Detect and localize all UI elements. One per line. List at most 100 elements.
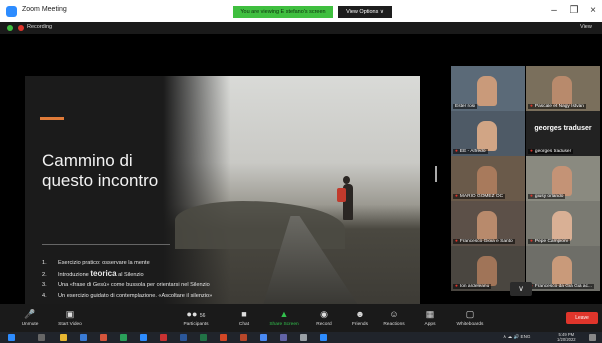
bullet-number: 3.: [42, 282, 47, 288]
participant-video-tile[interactable]: ● MARIO GOMEZ OC: [451, 156, 525, 201]
slide-bullet: 3. Una «frase di Gesù» come bussola per o…: [42, 280, 282, 291]
participant-figure: [552, 256, 572, 286]
participant-name: Francesco da Già Già ac...: [534, 284, 592, 289]
meeting-status-bar: Recording View: [0, 22, 602, 34]
excel-icon[interactable]: [200, 334, 207, 341]
slide-divider: [42, 244, 170, 245]
app-icon[interactable]: [80, 334, 87, 341]
muted-mic-icon: ●: [455, 194, 458, 199]
powerpoint-icon[interactable]: [220, 334, 227, 341]
participant-name: Ester rosi: [455, 104, 476, 109]
participant-video-tile[interactable]: Ester rosi: [451, 66, 525, 111]
participant-figure: [477, 256, 497, 286]
app-icon[interactable]: [240, 334, 247, 341]
participant-name-label: ●Francesco da Già Già ac...: [528, 284, 594, 289]
participant-name-label: Ester rosi: [453, 104, 478, 109]
windows-start-icon[interactable]: [8, 334, 15, 341]
participant-figure: [477, 76, 497, 106]
participant-figure: [477, 166, 497, 196]
participant-video-tile[interactable]: ● Pascale et Nagy István: [526, 66, 600, 111]
word-icon[interactable]: [180, 334, 187, 341]
muted-mic-icon: ●: [455, 239, 458, 244]
participant-name: giusy orlando: [534, 194, 564, 199]
slide-title: Cammino di questo incontro: [42, 151, 159, 190]
participants-button[interactable]: ●● 56 Participants: [172, 308, 220, 327]
zoom-taskbar-icon[interactable]: [140, 334, 147, 341]
slide-bullet-list: 1. Esercizio pratico: osservare la mente 2…: [42, 258, 282, 302]
start-video-button[interactable]: ▣ Start Video: [46, 308, 94, 327]
screen-share-banner: You are viewing E stefano's screen: [233, 6, 333, 18]
participant-name-label: ● Ion ardeleanu: [453, 284, 492, 289]
close-button[interactable]: ×: [584, 3, 602, 19]
participant-video-tile[interactable]: ● EE - Alfredo: [451, 111, 525, 156]
muted-mic-icon: ●: [455, 149, 458, 154]
zoom-logo-icon: [6, 6, 17, 17]
minimize-button[interactable]: –: [545, 3, 563, 19]
recording-label: Recording: [27, 24, 53, 30]
participant-name-label: ● Francesco Gioia e Santo: [453, 239, 515, 244]
muted-mic-icon: ●: [455, 284, 458, 289]
window-title: Zoom Meeting: [22, 6, 67, 13]
participant-video-tile[interactable]: ● giusy orlando: [526, 156, 600, 201]
participant-name: Pascale et Nagy István: [534, 104, 584, 109]
muted-mic-icon: ●: [530, 194, 533, 199]
teams-icon[interactable]: [280, 334, 287, 341]
bullet-text: Esercizio pratico: osservare la mente: [58, 260, 150, 266]
participant-video-tile[interactable]: ● Francesco Gioia e Santo: [451, 201, 525, 246]
participant-figure: [552, 76, 572, 106]
muted-mic-icon: ●: [530, 104, 533, 109]
participant-video-tile[interactable]: georges traduser ● georges traduser: [526, 111, 600, 156]
leave-button[interactable]: Leave: [566, 312, 598, 324]
muted-mic-icon: ●: [530, 239, 533, 244]
search-icon[interactable]: [38, 334, 45, 341]
shield-icon[interactable]: [7, 25, 13, 31]
slide-bullet: 2. Introduzione teorica al Silenzio: [42, 269, 282, 280]
gallery-next-chevron-icon[interactable]: ∨: [510, 282, 532, 296]
app-icon[interactable]: [120, 334, 127, 341]
whiteboard-icon: ▢: [465, 309, 475, 319]
panel-resize-handle[interactable]: [435, 166, 437, 182]
app-icon[interactable]: [320, 334, 327, 341]
participant-name-label: ● Pepe Campioni: [528, 239, 570, 244]
view-options-button[interactable]: View Options ∨: [338, 6, 392, 18]
participant-video-tile[interactable]: ●Francesco da Già Già ac...: [526, 246, 600, 291]
participant-name: Francesco Gioia e Santo: [459, 239, 513, 244]
participant-figure: [552, 211, 572, 241]
chrome-icon[interactable]: [260, 334, 267, 341]
participant-name-label: ● giusy orlando: [528, 194, 566, 199]
participant-name: MARIO GOMEZ OC: [459, 194, 504, 199]
bullet-number: 4.: [42, 293, 47, 299]
app-icon[interactable]: [160, 334, 167, 341]
os-taskbar: ∧ ☁ 🔊 ENG 5:49 PM 1/20/2022: [0, 332, 602, 343]
muted-mic-icon: ●: [530, 149, 533, 154]
hiker-head: [343, 176, 350, 184]
hiker-backpack: [337, 188, 346, 202]
slide-bullet: 4. Un esercizio guidato di contemplazione…: [42, 291, 282, 302]
participant-name-label: ● georges traduser: [528, 149, 574, 154]
participant-gallery: Ester rosi ● Pascale et Nagy István ● EE - A…: [446, 66, 602, 291]
file-explorer-icon[interactable]: [60, 334, 67, 341]
slide-bullet: 1. Esercizio pratico: osservare la mente: [42, 258, 282, 269]
participant-figure: [552, 166, 572, 196]
bullet-emphasis: teorica: [90, 269, 117, 278]
video-camera-icon: ▣: [65, 309, 75, 319]
participant-name: Ion ardeleanu: [459, 284, 490, 289]
app-icon[interactable]: [300, 334, 307, 341]
presentation-slide: Cammino di questo incontro 1. Esercizio p…: [25, 76, 420, 323]
participant-name: Pepe Campioni: [534, 239, 568, 244]
shared-screen: Cammino di questo incontro 1. Esercizio p…: [0, 34, 445, 323]
app-icon[interactable]: [100, 334, 107, 341]
system-tray[interactable]: ∧ ☁ 🔊 ENG: [503, 334, 530, 340]
bullet-text: Un esercizio guidato di contemplazione. …: [58, 293, 213, 299]
participant-video-tile[interactable]: ● Pepe Campioni: [526, 201, 600, 246]
taskbar-clock[interactable]: 5:49 PM 1/20/2022: [557, 332, 576, 342]
participant-figure: [477, 211, 497, 241]
participant-name: EE - Alfredo: [459, 149, 486, 154]
restore-button[interactable]: ❐: [565, 3, 583, 19]
bullet-number: 1.: [42, 260, 47, 266]
participant-name: georges traduser: [534, 149, 572, 154]
whiteboards-button[interactable]: ▢ Whiteboards: [446, 308, 494, 327]
participant-figure: [477, 121, 497, 151]
view-button[interactable]: View: [580, 24, 592, 30]
notifications-icon[interactable]: [589, 334, 596, 341]
